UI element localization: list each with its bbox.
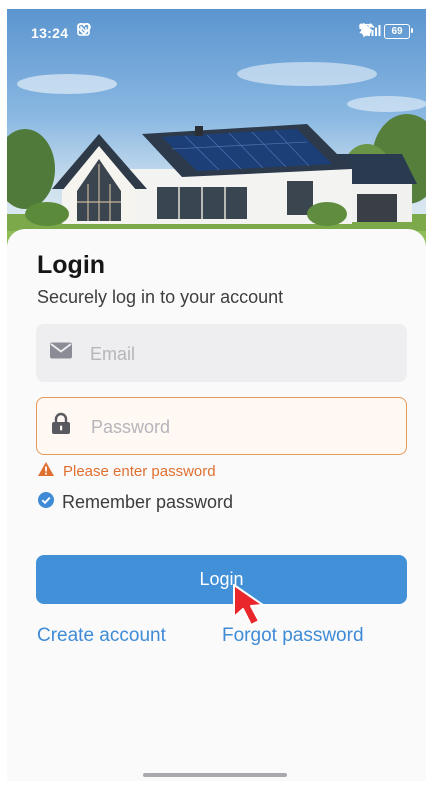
status-time: 13:24 xyxy=(31,25,69,41)
lock-icon xyxy=(51,412,71,440)
battery-icon: 69 xyxy=(384,23,413,39)
password-error: Please enter password xyxy=(38,462,216,480)
status-left-icons xyxy=(77,23,91,39)
login-card: Login Securely log in to your account Pl… xyxy=(7,229,426,781)
cursor-pointer-icon xyxy=(232,583,274,632)
page-subtitle: Securely log in to your account xyxy=(37,287,284,307)
status-right-icons: 5G 5G 69 xyxy=(359,23,413,39)
password-field[interactable] xyxy=(36,397,407,456)
phone-screen: 13:24 5G 5G 69 Login Securely log in to … xyxy=(7,9,426,781)
login-button[interactable]: Login xyxy=(36,555,407,604)
hero-image: 13:24 5G 5G 69 xyxy=(7,9,426,249)
remember-label: Remember password xyxy=(62,492,234,512)
email-input[interactable] xyxy=(88,324,392,384)
password-input[interactable] xyxy=(89,398,393,456)
svg-text:5G: 5G xyxy=(359,25,367,31)
email-field[interactable] xyxy=(36,324,407,384)
status-bar: 13:24 5G 5G 69 xyxy=(7,9,426,55)
create-account-link[interactable]: Create account xyxy=(37,625,166,647)
remember-password-checkbox[interactable]: Remember password xyxy=(38,492,233,513)
mail-icon xyxy=(50,342,72,364)
page-title: Login xyxy=(37,251,106,279)
home-indicator[interactable] xyxy=(143,773,287,777)
error-text: Please enter password xyxy=(63,462,216,480)
warning-icon xyxy=(38,462,54,480)
check-circle-icon xyxy=(38,492,54,513)
